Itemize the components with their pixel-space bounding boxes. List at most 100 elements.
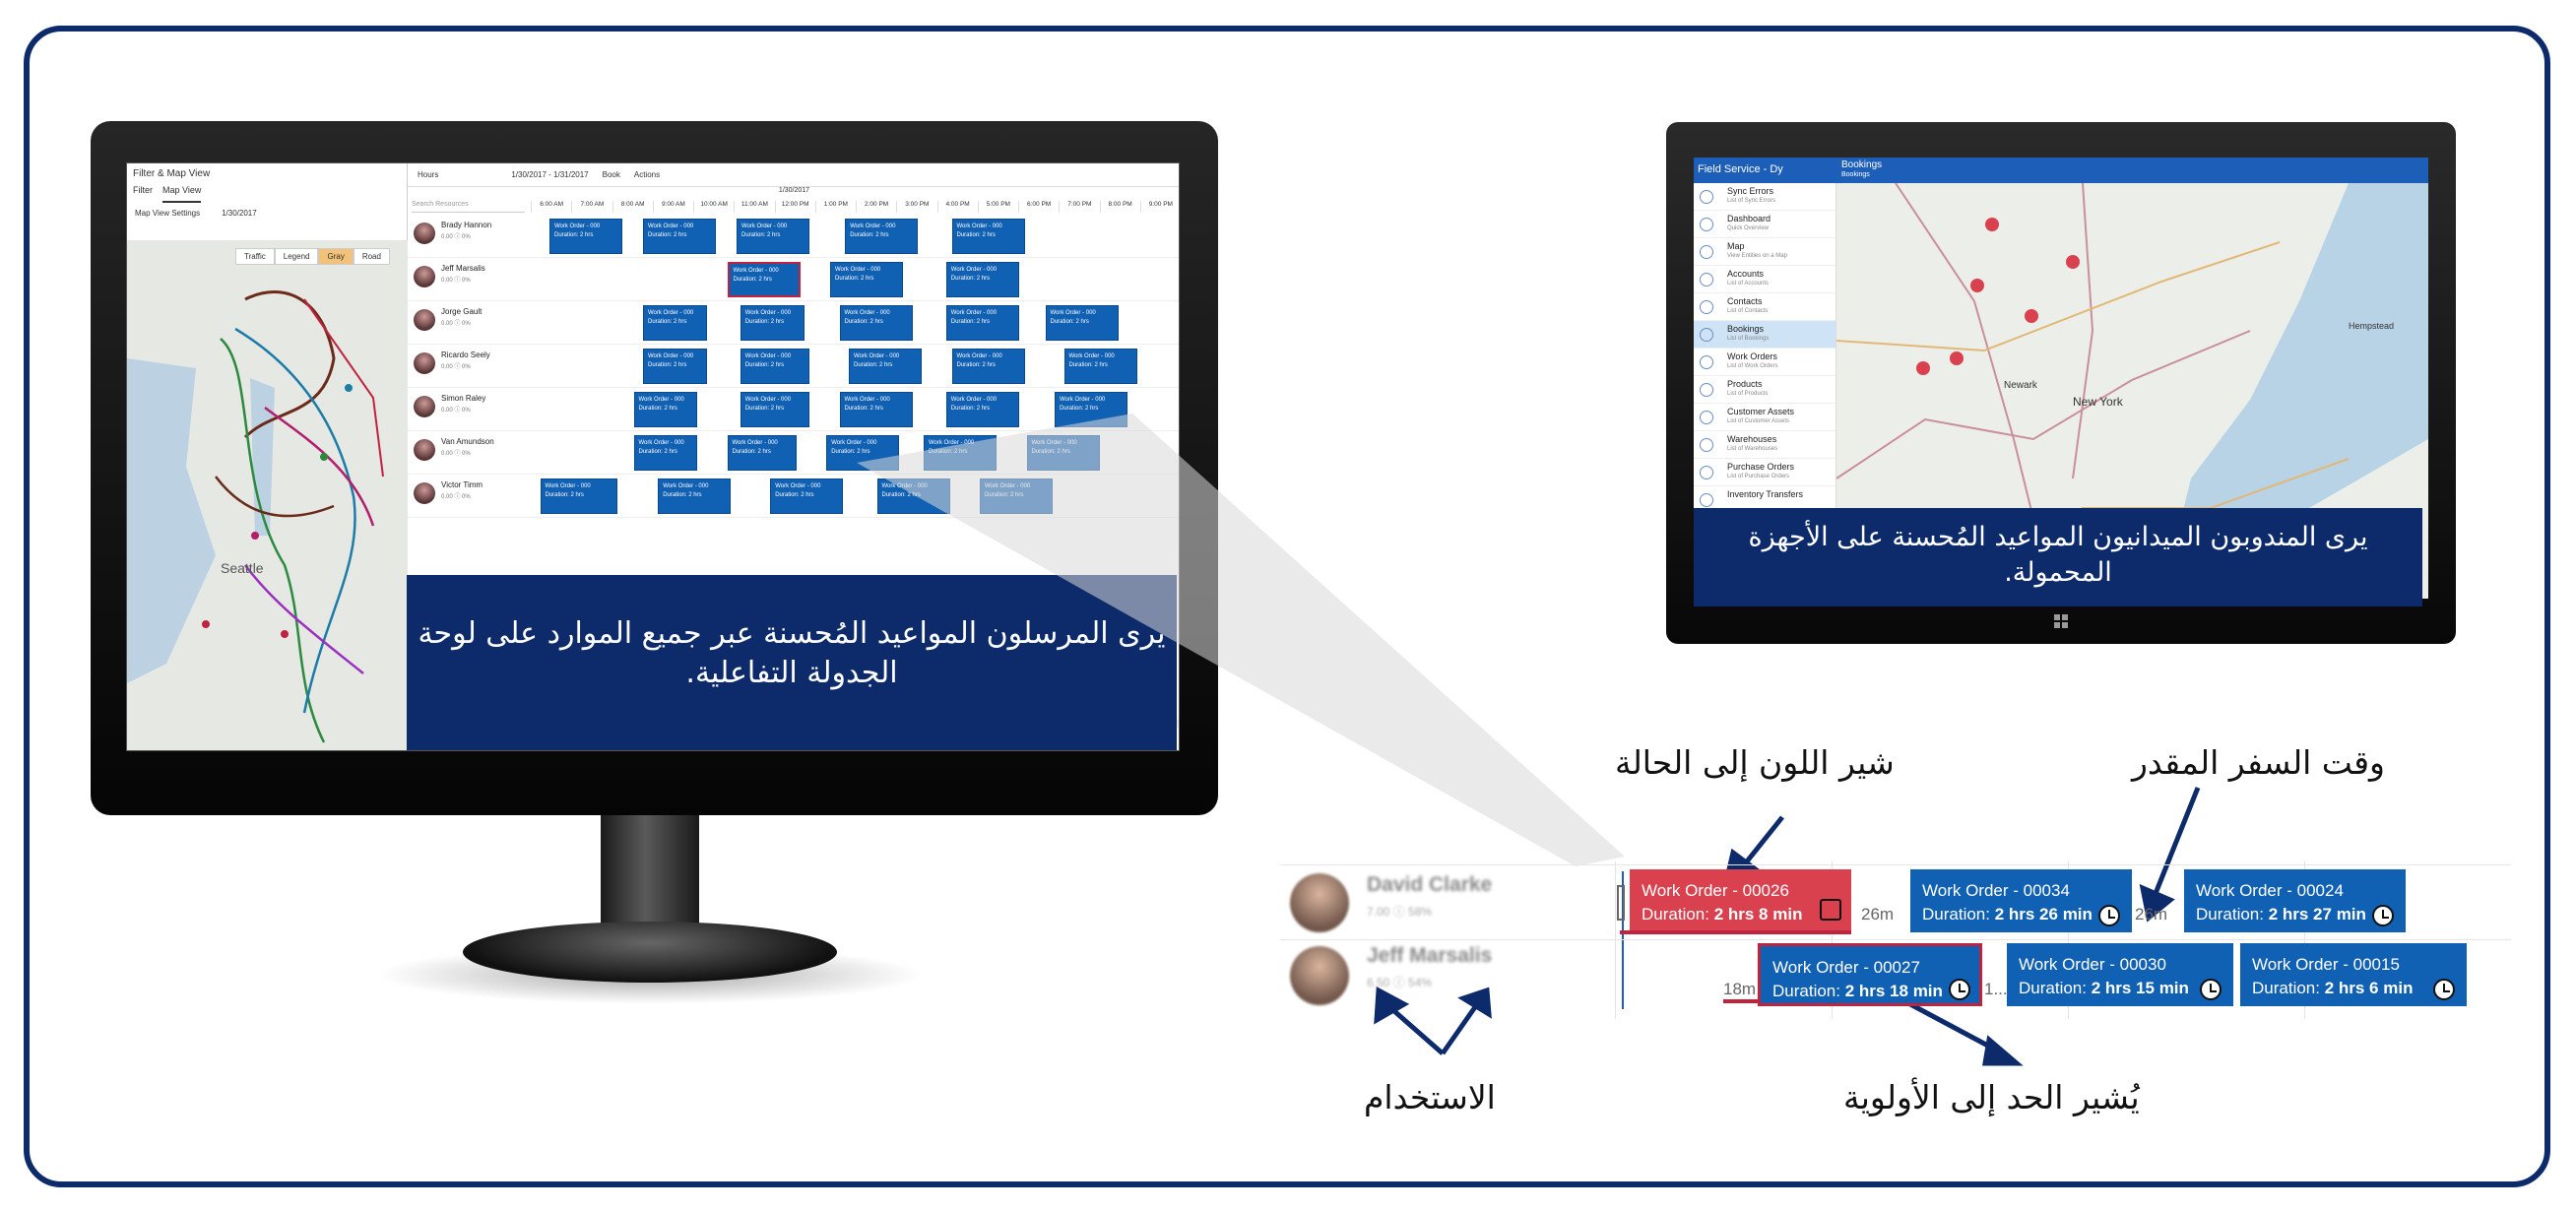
resource-lane: Work Order - 000 Duration: 2 hrs Work Orde… xyxy=(531,388,1179,431)
booking-block[interactable]: Work Order - 000 Duration: 2 hrs xyxy=(770,478,844,514)
booking-duration: Duration: 2 hrs xyxy=(648,362,687,368)
booking-duration: Duration: 2 hrs xyxy=(638,449,677,455)
booking-block[interactable]: Work Order - 000 Duration: 2 hrs xyxy=(839,392,913,427)
booking-title: Work Order - 00027 xyxy=(1772,958,1920,977)
booking-block[interactable]: Work Order - 000 Duration: 2 hrs xyxy=(658,478,732,514)
label-color-status: شير اللون إلى الحالة xyxy=(1615,743,1895,782)
booking-block[interactable]: Work Order - 000 Duration: 2 hrs xyxy=(1063,349,1137,384)
booking-block[interactable]: Work Order - 000 Duration: 2 hrs xyxy=(549,219,623,254)
hour-header: 2:00 PM xyxy=(856,201,896,213)
booking-block[interactable]: Work Order - 000 Duration: 2 hrs xyxy=(830,262,904,297)
booking-block[interactable]: Work Order - 000 Duration: 2 hrs xyxy=(727,262,801,297)
booking-block[interactable]: Work Order - 000 Duration: 2 hrs xyxy=(876,478,950,514)
booking[interactable]: Work Order - 00030 Duration: 2 hrs 15 mi… xyxy=(2007,943,2233,1006)
date-range[interactable]: 1/30/2017 - 1/31/2017 xyxy=(511,170,588,179)
nav-item-purchase-orders[interactable]: Purchase Orders List of Purchase Orders xyxy=(1694,459,1835,486)
nav-label: Sync Errors xyxy=(1727,186,1774,196)
map-label-new-york: New York xyxy=(2073,395,2123,409)
resource-row[interactable]: Simon Raley 0.00 ⓘ 0% xyxy=(408,388,531,431)
booking-block[interactable]: Work Order - 000 Duration: 2 hrs xyxy=(727,435,797,471)
nav-sublabel: List of Bookings xyxy=(1727,336,1770,342)
booking-block[interactable]: Work Order - 000 Duration: 2 hrs xyxy=(849,349,923,384)
booking-block[interactable]: Work Order - 000 Duration: 2 hrs xyxy=(839,305,913,341)
booking-title: Work Order - 000 xyxy=(854,353,900,359)
resource-row[interactable]: Victor Timm 0.00 ⓘ 0% xyxy=(408,475,531,518)
booking-block[interactable]: Work Order - 000 Duration: 2 hrs xyxy=(737,219,810,254)
booking[interactable]: Work Order - 00015 Duration: 2 hrs 6 min xyxy=(2240,943,2467,1006)
nav-item-work-orders[interactable]: Work Orders List of Work Orders xyxy=(1694,349,1835,376)
booking-block[interactable]: Work Order - 000 Duration: 2 hrs xyxy=(826,435,900,471)
booking-block[interactable]: Work Order - 000 Duration: 2 hrs xyxy=(643,349,707,384)
nav-label: Customer Assets xyxy=(1727,407,1795,416)
tab-filter[interactable]: Filter xyxy=(133,185,153,203)
booking-block[interactable]: Work Order - 000 Duration: 2 hrs xyxy=(540,478,617,514)
booking-title: Work Order - 000 xyxy=(985,483,1031,489)
book-button[interactable]: Book xyxy=(603,170,620,179)
hours-view-dropdown[interactable]: Hours xyxy=(418,170,438,179)
nav-item-customer-assets[interactable]: Customer Assets List of Customer Assets xyxy=(1694,404,1835,431)
booking-block[interactable]: Work Order - 000 Duration: 2 hrs xyxy=(740,349,809,384)
booking-block[interactable]: Work Order - 000 Duration: 2 hrs xyxy=(740,305,805,341)
desktop-monitor: Filter & Map View Filter Map View Map Vi… xyxy=(91,121,1218,815)
actions-dropdown[interactable]: Actions xyxy=(634,170,660,179)
booking-block[interactable]: Work Order - 000 Duration: 2 hrs xyxy=(845,219,919,254)
seattle-map[interactable]: Seattle xyxy=(127,240,408,750)
resource-row[interactable]: Ricardo Seely 0.00 ⓘ 0% xyxy=(408,345,531,388)
booking-block[interactable]: Work Order - 000 Duration: 2 hrs xyxy=(740,392,809,427)
booking-block[interactable]: Work Order - 000 Duration: 2 hrs xyxy=(633,392,698,427)
map-mode-traffic[interactable]: Traffic xyxy=(235,248,275,265)
booking-block[interactable]: Work Order - 000 Duration: 2 hrs xyxy=(924,435,998,471)
nav-item-dashboard[interactable]: Dashboard Quick Overview xyxy=(1694,211,1835,238)
booking-block[interactable]: Work Order - 000 Duration: 2 hrs xyxy=(633,435,698,471)
nav-item-accounts[interactable]: Accounts List of Accounts xyxy=(1694,266,1835,293)
booking-block[interactable]: Work Order - 000 Duration: 2 hrs xyxy=(945,262,1020,297)
hour-header: 5:00 PM xyxy=(977,201,1018,213)
booking-duration: Duration: 2 hrs xyxy=(663,492,702,498)
map-date[interactable]: 1/30/2017 xyxy=(222,203,257,224)
booking-block[interactable]: Work Order - 000 Duration: 2 hrs xyxy=(1045,305,1119,341)
booking-block[interactable]: Work Order - 000 Duration: 2 hrs xyxy=(951,219,1025,254)
nav-item-products[interactable]: Products List of Products xyxy=(1694,376,1835,404)
booking-block[interactable]: Work Order - 000 Duration: 2 hrs xyxy=(1055,392,1128,427)
booking-title: Work Order - 000 xyxy=(929,440,975,446)
nav-item-warehouses[interactable]: Warehouses List of Warehouses xyxy=(1694,431,1835,459)
resource-search-input[interactable]: Search Resources xyxy=(412,201,525,213)
resource-row[interactable]: Jorge Gault 0.00 ⓘ 0% xyxy=(408,301,531,345)
nav-sublabel: List of Work Orders xyxy=(1727,363,1778,369)
booking-block[interactable]: Work Order - 000 Duration: 2 hrs xyxy=(1026,435,1100,471)
map-mode-road[interactable]: Road xyxy=(353,248,390,265)
booking-block[interactable]: Work Order - 000 Duration: 2 hrs xyxy=(945,305,1020,341)
resource-row[interactable]: Jeff Marsalis 0.00 ⓘ 0% xyxy=(408,258,531,301)
avatar xyxy=(414,482,435,504)
nav-label: Purchase Orders xyxy=(1727,462,1795,472)
map-view-settings-dropdown[interactable]: Map View Settings xyxy=(135,203,200,224)
booking-status-red[interactable]: Work Order - 00026 Duration: 2 hrs 8 min xyxy=(1630,869,1851,932)
nav-sublabel: List of Products xyxy=(1727,391,1769,397)
resource-row[interactable]: Van Amundson 0.00 ⓘ 0% xyxy=(408,431,531,475)
booking-block[interactable]: Work Order - 000 Duration: 2 hrs xyxy=(643,219,717,254)
drag-handle[interactable] xyxy=(1617,885,1625,921)
header-subtitle[interactable]: Bookings xyxy=(1841,171,1870,178)
booking-block[interactable]: Work Order - 000 Duration: 2 hrs xyxy=(945,392,1020,427)
nav-item-bookings[interactable]: Bookings List of Bookings xyxy=(1694,321,1835,349)
nav-item-map[interactable]: Map View Entities on a Map xyxy=(1694,238,1835,266)
booking-block[interactable]: Work Order - 000 Duration: 2 hrs xyxy=(980,478,1054,514)
booking-title: Work Order - 000 xyxy=(741,223,788,229)
avatar xyxy=(414,396,435,417)
booking-priority[interactable]: Work Order - 00027 Duration: 2 hrs 18 mi… xyxy=(1758,943,1982,1006)
clock-icon xyxy=(2098,905,2120,926)
nav-icon xyxy=(1700,300,1713,314)
windows-icon[interactable] xyxy=(2054,614,2068,628)
resource-row[interactable]: Brady Hannon 0.00 ⓘ 0% xyxy=(408,215,531,258)
booking[interactable]: Work Order - 00024 Duration: 2 hrs 27 mi… xyxy=(2184,869,2406,932)
nav-item-sync-errors[interactable]: Sync Errors List of Sync Errors xyxy=(1694,183,1835,211)
booking[interactable]: Work Order - 00034 Duration: 2 hrs 26 mi… xyxy=(1910,869,2132,932)
resource-lane: Work Order - 000 Duration: 2 hrs Work Orde… xyxy=(531,345,1179,388)
map-mode-legend[interactable]: Legend xyxy=(274,248,319,265)
booking-block[interactable]: Work Order - 000 Duration: 2 hrs xyxy=(951,349,1025,384)
booking-block[interactable]: Work Order - 000 Duration: 2 hrs xyxy=(643,305,707,341)
tab-map-view[interactable]: Map View xyxy=(162,185,202,203)
nav-item-contacts[interactable]: Contacts List of Contacts xyxy=(1694,293,1835,321)
resource-stat: 0.00 ⓘ 0% xyxy=(441,278,471,284)
map-mode-gray[interactable]: Gray xyxy=(318,248,354,265)
